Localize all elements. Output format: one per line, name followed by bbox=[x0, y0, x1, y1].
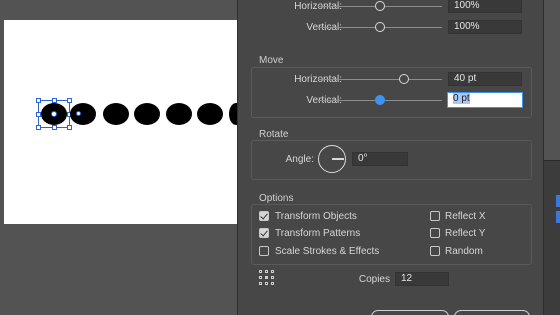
transform-patterns-label[interactable]: Transform Patterns bbox=[275, 228, 360, 239]
selection-handle[interactable] bbox=[67, 125, 72, 130]
dot-shape-copy bbox=[166, 103, 192, 125]
artboard[interactable] bbox=[4, 20, 243, 224]
move-section-title: Move bbox=[259, 55, 284, 66]
rotate-angle-label: Angle: bbox=[285, 154, 314, 165]
dot-shape-copy bbox=[70, 103, 96, 125]
selection-handle[interactable] bbox=[67, 98, 72, 103]
selection-handle[interactable] bbox=[36, 112, 41, 117]
reflect-x-label[interactable]: Reflect X bbox=[445, 211, 486, 222]
dot-shape-copy bbox=[197, 103, 223, 125]
scale-horizontal-field[interactable]: 100% bbox=[448, 0, 522, 13]
transform-patterns-checkbox[interactable] bbox=[259, 228, 269, 238]
scale-strokes-checkbox[interactable] bbox=[259, 246, 269, 256]
move-horizontal-field[interactable]: 40 pt bbox=[448, 72, 522, 86]
copies-label: Copies bbox=[358, 274, 390, 285]
selection-handle[interactable] bbox=[52, 125, 57, 130]
options-section-title: Options bbox=[259, 193, 294, 204]
random-checkbox[interactable] bbox=[430, 246, 440, 256]
side-panel-highlight bbox=[556, 195, 560, 207]
ok-button[interactable] bbox=[454, 310, 530, 315]
move-vertical-field-selection: 0 pt bbox=[453, 93, 470, 104]
copies-field[interactable]: 12 bbox=[395, 272, 449, 286]
reflect-x-checkbox[interactable] bbox=[430, 211, 440, 221]
selection-bounding-box[interactable] bbox=[36, 98, 72, 130]
dot-shape-copy bbox=[134, 103, 160, 125]
scale-vertical-field[interactable]: 100% bbox=[448, 20, 522, 34]
transform-objects-label[interactable]: Transform Objects bbox=[275, 211, 357, 222]
random-label[interactable]: Random bbox=[445, 246, 483, 257]
transform-objects-checkbox[interactable] bbox=[259, 211, 269, 221]
move-vertical-field[interactable]: 0 pt bbox=[447, 92, 523, 108]
selection-handle[interactable] bbox=[36, 98, 41, 103]
copy-center-point bbox=[76, 111, 81, 116]
selection-handle[interactable] bbox=[52, 98, 57, 103]
move-horizontal-slider-thumb[interactable] bbox=[399, 74, 409, 84]
scale-horizontal-slider-thumb[interactable] bbox=[375, 1, 385, 11]
scale-vertical-slider-thumb[interactable] bbox=[375, 22, 385, 32]
cancel-button[interactable] bbox=[371, 310, 449, 315]
angle-dial[interactable] bbox=[318, 145, 346, 173]
move-horizontal-slider[interactable] bbox=[318, 79, 442, 80]
dot-shape-copy bbox=[103, 103, 129, 125]
scale-strokes-label[interactable]: Scale Strokes & Effects bbox=[275, 246, 379, 257]
side-panel-highlight bbox=[556, 211, 560, 223]
rotate-section-title: Rotate bbox=[259, 129, 289, 140]
transform-each-dialog: Horizontal: 100% Vertical: 100% Move Hor… bbox=[237, 0, 544, 315]
reference-point-icon[interactable] bbox=[259, 270, 275, 286]
reflect-y-label[interactable]: Reflect Y bbox=[445, 228, 485, 239]
move-vertical-slider-thumb[interactable] bbox=[375, 95, 385, 105]
rotate-angle-field[interactable]: 0° bbox=[352, 152, 408, 166]
selection-handle[interactable] bbox=[36, 125, 41, 130]
reflect-y-checkbox[interactable] bbox=[430, 228, 440, 238]
selection-center-point bbox=[51, 111, 57, 117]
